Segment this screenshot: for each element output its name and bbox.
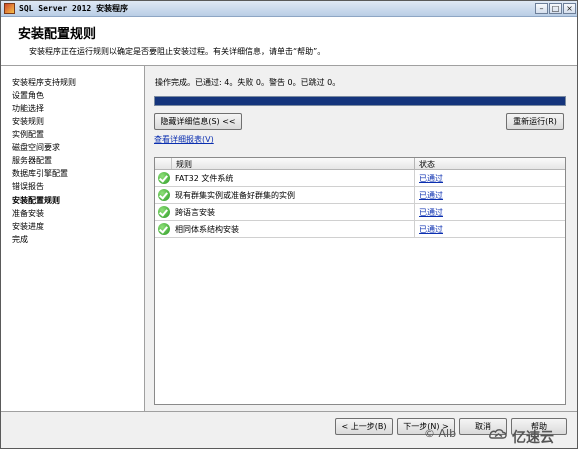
watermark-text: © Alb <box>424 427 457 440</box>
cell-divider <box>414 187 415 203</box>
main-panel: 操作完成。已通过: 4。失败 0。警告 0。已跳过 0。 隐藏详细信息(S) <… <box>145 66 577 411</box>
table-row[interactable]: 跨语言安装 已通过 <box>155 204 565 221</box>
column-divider[interactable] <box>414 158 415 169</box>
sidebar-item-installation-configuration-rules[interactable]: 安装配置规则 <box>12 195 60 206</box>
hide-details-button[interactable]: 隐藏详细信息(S) << <box>154 113 242 130</box>
sidebar-item-feature-selection[interactable]: 功能选择 <box>12 103 44 114</box>
rule-status-link[interactable]: 已通过 <box>419 173 443 184</box>
sidebar-item-setup-support-rules[interactable]: 安装程序支持规则 <box>12 77 76 88</box>
sidebar-item-error-reporting[interactable]: 错误报告 <box>12 181 44 192</box>
sidebar-item-installation-rules[interactable]: 安装规则 <box>12 116 44 127</box>
rules-table: 规则 状态 FAT32 文件系统 已通过 现有群集实例或准备好群集的实例 已通过… <box>154 157 566 405</box>
column-header-status[interactable]: 状态 <box>419 159 435 170</box>
page-description: 安装程序正在运行规则以确定是否要阻止安装过程。有关详细信息，请单击“帮助”。 <box>29 47 326 56</box>
column-header-rule[interactable]: 规则 <box>176 159 192 170</box>
rule-status-link[interactable]: 已通过 <box>419 207 443 218</box>
title-bar[interactable]: SQL Server 2012 安装程序 – □ × <box>1 1 577 17</box>
progress-bar <box>154 96 566 106</box>
sidebar-item-server-configuration[interactable]: 服务器配置 <box>12 155 52 166</box>
sidebar-item-ready-to-install[interactable]: 准备安装 <box>12 208 44 219</box>
maximize-button[interactable]: □ <box>549 3 562 14</box>
sql-server-app-icon <box>4 3 15 14</box>
cell-divider <box>414 170 415 186</box>
progress-bar-fill <box>155 97 565 105</box>
watermark-brand: 亿速云 <box>512 430 554 446</box>
rerun-button[interactable]: 重新运行(R) <box>506 113 564 130</box>
header-icon-column <box>155 158 172 169</box>
rule-name: 相同体系结构安装 <box>175 225 239 234</box>
sidebar-item-database-engine[interactable]: 数据库引擎配置 <box>12 168 68 179</box>
minimize-button[interactable]: – <box>535 3 548 14</box>
rule-status-link[interactable]: 已通过 <box>419 224 443 235</box>
installer-window: SQL Server 2012 安装程序 – □ × 安装配置规则 安装程序正在… <box>0 0 578 449</box>
table-row[interactable]: 相同体系结构安装 已通过 <box>155 221 565 238</box>
yisu-cloud-logo-icon <box>489 429 507 439</box>
passed-check-icon <box>158 223 170 235</box>
close-button[interactable]: × <box>563 3 576 14</box>
back-button[interactable]: < 上一步(B) <box>335 418 393 435</box>
sidebar-item-instance-configuration[interactable]: 实例配置 <box>12 129 44 140</box>
sidebar-item-installation-progress[interactable]: 安装进度 <box>12 221 44 232</box>
rule-name: 跨语言安装 <box>175 208 215 217</box>
sidebar-item-setup-role[interactable]: 设置角色 <box>12 90 44 101</box>
passed-check-icon <box>158 172 170 184</box>
rule-name: FAT32 文件系统 <box>175 174 234 183</box>
passed-check-icon <box>158 206 170 218</box>
rule-name: 现有群集实例或准备好群集的实例 <box>175 191 295 200</box>
operation-status-text: 操作完成。已通过: 4。失败 0。警告 0。已跳过 0。 <box>155 78 341 87</box>
table-row[interactable]: FAT32 文件系统 已通过 <box>155 170 565 187</box>
view-detailed-report-link[interactable]: 查看详细报表(V) <box>154 134 214 145</box>
sidebar-item-complete[interactable]: 完成 <box>12 234 28 245</box>
table-header: 规则 状态 <box>155 158 565 170</box>
cell-divider <box>414 204 415 220</box>
page-title: 安装配置规则 <box>18 27 97 42</box>
sidebar-item-disk-space[interactable]: 磁盘空间要求 <box>12 142 60 153</box>
window-title: SQL Server 2012 安装程序 <box>19 4 129 13</box>
rule-status-link[interactable]: 已通过 <box>419 190 443 201</box>
passed-check-icon <box>158 189 170 201</box>
page-header: 安装配置规则 安装程序正在运行规则以确定是否要阻止安装过程。有关详细信息，请单击… <box>1 17 577 66</box>
steps-sidebar: 安装程序支持规则 设置角色 功能选择 安装规则 实例配置 磁盘空间要求 服务器配… <box>1 66 145 411</box>
table-row[interactable]: 现有群集实例或准备好群集的实例 已通过 <box>155 187 565 204</box>
cell-divider <box>414 221 415 237</box>
